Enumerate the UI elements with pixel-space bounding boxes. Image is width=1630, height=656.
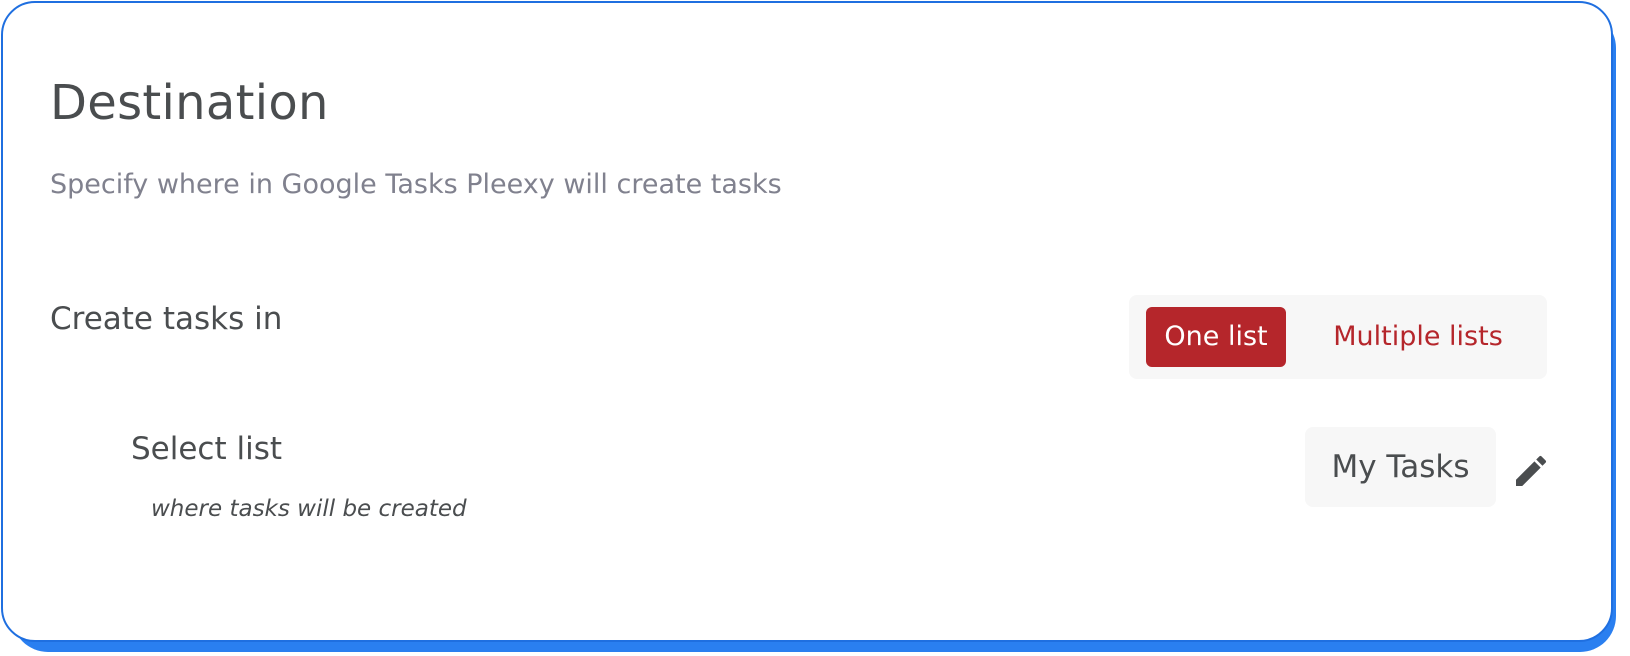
section-subtitle: Specify where in Google Tasks Pleexy wil… <box>50 169 782 200</box>
select-list-label: Select list <box>131 431 283 467</box>
one-list-option[interactable]: One list <box>1146 307 1286 367</box>
selected-list-value[interactable]: My Tasks <box>1305 427 1496 507</box>
pencil-icon[interactable] <box>1511 451 1551 491</box>
create-tasks-label: Create tasks in <box>50 301 283 337</box>
select-list-hint: where tasks will be created <box>151 496 467 522</box>
destination-card: Destination Specify where in Google Task… <box>1 1 1613 642</box>
create-tasks-toggle: One list Multiple lists <box>1129 295 1547 379</box>
pencil-icon-glyph <box>1516 455 1547 486</box>
section-title: Destination <box>50 75 329 131</box>
destination-settings-page: Destination Specify where in Google Task… <box>0 0 1630 656</box>
multiple-lists-option[interactable]: Multiple lists <box>1304 307 1532 367</box>
